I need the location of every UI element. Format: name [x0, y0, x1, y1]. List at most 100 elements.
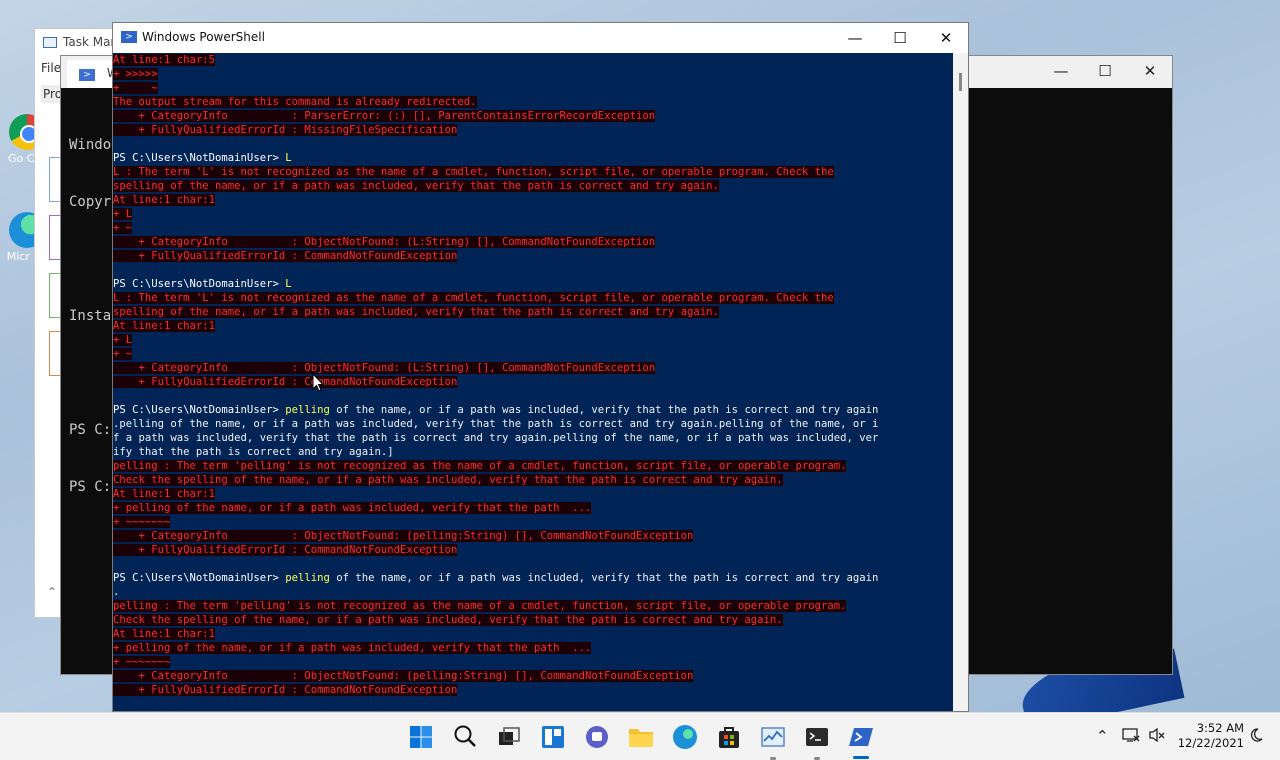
line-text: Check the spelling of the name, or if a … — [113, 474, 783, 486]
widgets-icon[interactable] — [538, 722, 568, 752]
line-text: + FullyQualifiedErrorId : MissingFileSpe… — [113, 124, 458, 136]
line-text: At line:1 char:1 — [113, 488, 216, 500]
clock-time: 3:52 AM — [1196, 721, 1244, 735]
line-text: ify that the path is correct and try aga… — [113, 446, 394, 458]
line-text: + FullyQualifiedErrorId : CommandNotFoun… — [113, 684, 458, 696]
error-line: + FullyQualifiedErrorId : CommandNotFoun… — [113, 683, 953, 697]
output-line: f a path was included, verify that the p… — [113, 431, 953, 445]
output-line: . — [113, 585, 953, 599]
terminal-output[interactable]: Windo Copyr Insta PS C: PS C: — [69, 98, 111, 535]
line-text: + CategoryInfo : ObjectNotFound: (pellin… — [113, 530, 694, 542]
line-text: + pelling of the name, or if a path was … — [113, 642, 592, 654]
error-line: + L — [113, 333, 953, 347]
edge-icon[interactable] — [670, 722, 700, 752]
chat-icon[interactable] — [582, 722, 612, 752]
terminal-icon[interactable] — [802, 722, 832, 752]
task-manager-icon — [43, 37, 57, 48]
error-line: Check the spelling of the name, or if a … — [113, 613, 953, 627]
start-icon[interactable] — [406, 722, 436, 752]
maximize-button[interactable]: ☐ — [1095, 62, 1115, 80]
error-line: + FullyQualifiedErrorId : CommandNotFoun… — [113, 375, 953, 389]
line-text: + ~~~~~~~ — [113, 516, 171, 528]
powershell-icon: > — [79, 69, 95, 81]
terminal-line: Copyr — [69, 194, 112, 210]
line-text: + FullyQualifiedErrorId : CommandNotFoun… — [113, 376, 458, 388]
line-text: L : The term 'L' is not recognized as th… — [113, 292, 834, 304]
prompt: PS C:\Users\NotDomainUser> — [113, 278, 286, 290]
system-clock[interactable]: 3:52 AM 12/22/2021 — [1172, 721, 1244, 751]
prompt: PS C:\Users\NotDomainUser> — [113, 152, 286, 164]
error-line: spelling of the name, or if a path was i… — [113, 179, 953, 193]
error-line: L : The term 'L' is not recognized as th… — [113, 291, 953, 305]
terminal-line: PS C: — [69, 479, 112, 495]
close-button[interactable]: ✕ — [935, 27, 957, 49]
active-indicator — [853, 756, 869, 759]
error-line: + pelling of the name, or if a path was … — [113, 641, 953, 655]
terminal-line: Windo — [69, 137, 112, 153]
line-text: L : The term 'L' is not recognized as th… — [113, 166, 834, 178]
line-text: + FullyQualifiedErrorId : CommandNotFoun… — [113, 250, 458, 262]
notifications-icon[interactable] — [1248, 727, 1264, 743]
command-keyword: pelling — [285, 572, 330, 584]
powershell-titlebar[interactable]: > Windows PowerShell — ☐ ✕ — [113, 23, 968, 53]
line-text: + L — [113, 334, 133, 346]
command-argument: of the name, or if a path was included, … — [329, 404, 879, 416]
error-line: + CategoryInfo : ObjectNotFound: (pellin… — [113, 529, 953, 543]
error-line: + FullyQualifiedErrorId : MissingFileSpe… — [113, 123, 953, 137]
store-icon[interactable] — [714, 722, 744, 752]
network-icon[interactable] — [1122, 727, 1140, 743]
line-text: f a path was included, verify that the p… — [113, 432, 879, 444]
error-line: The output stream for this command is al… — [113, 95, 953, 109]
scrollbar[interactable] — [953, 53, 968, 711]
line-text: spelling of the name, or if a path was i… — [113, 180, 719, 192]
error-line: + CategoryInfo : ObjectNotFound: (pellin… — [113, 669, 953, 683]
command-keyword: pelling — [285, 404, 330, 416]
error-line: + ~~~~~~~ — [113, 515, 953, 529]
minimize-button[interactable]: — — [844, 27, 866, 49]
error-line: + FullyQualifiedErrorId : CommandNotFoun… — [113, 543, 953, 557]
error-line: At line:1 char:5 — [113, 53, 953, 67]
file-menu[interactable]: File — [41, 61, 61, 75]
prompt: PS C:\Users\NotDomainUser> — [113, 572, 286, 584]
terminal-line: PS C: — [69, 422, 112, 438]
task-view-icon[interactable] — [494, 722, 524, 752]
powershell-icon: > — [121, 31, 137, 43]
line-text: + ~ — [113, 348, 133, 360]
maximize-button[interactable]: ☐ — [889, 27, 911, 49]
line-text: + CategoryInfo : ObjectNotFound: (pellin… — [113, 670, 694, 682]
scrollbar-thumb[interactable] — [959, 73, 962, 91]
line-text: + pelling of the name, or if a path was … — [113, 502, 592, 514]
line-text: + FullyQualifiedErrorId : CommandNotFoun… — [113, 544, 458, 556]
line-text: .pelling of the name, or if a path was i… — [113, 418, 879, 430]
minimize-button[interactable]: — — [1051, 62, 1071, 80]
powershell-icon[interactable] — [846, 722, 876, 752]
error-line: + ~ — [113, 221, 953, 235]
chevron-up-icon[interactable]: ⌃ — [1096, 727, 1109, 745]
close-button[interactable]: ✕ — [1140, 62, 1160, 80]
line-text: + CategoryInfo : ParserError: (:) [], Pa… — [113, 110, 656, 122]
error-line: + >>>>> — [113, 67, 953, 81]
error-line: + ~ — [113, 347, 953, 361]
line-text: + CategoryInfo : ObjectNotFound: (L:Stri… — [113, 236, 656, 248]
line-text: Check the spelling of the name, or if a … — [113, 614, 783, 626]
command-keyword: L — [285, 152, 292, 164]
console-output[interactable]: At line:1 char:5 + >>>>> + ~ The output str… — [113, 53, 953, 711]
volume-muted-icon[interactable] — [1148, 727, 1166, 743]
command-keyword: L — [285, 278, 292, 290]
task-manager-icon[interactable] — [758, 722, 788, 752]
search-icon[interactable] — [450, 722, 480, 752]
error-line: L : The term 'L' is not recognized as th… — [113, 165, 953, 179]
error-line: At line:1 char:1 — [113, 627, 953, 641]
clock-date: 12/22/2021 — [1177, 736, 1244, 750]
powershell-window[interactable]: > Windows PowerShell — ☐ ✕ At line:1 cha… — [112, 22, 969, 712]
error-line: + CategoryInfo : ParserError: (:) [], Pa… — [113, 109, 953, 123]
output-line: .pelling of the name, or if a path was i… — [113, 417, 953, 431]
file-explorer-icon[interactable] — [626, 722, 656, 752]
chevron-up-icon[interactable]: ⌃ — [47, 585, 57, 599]
